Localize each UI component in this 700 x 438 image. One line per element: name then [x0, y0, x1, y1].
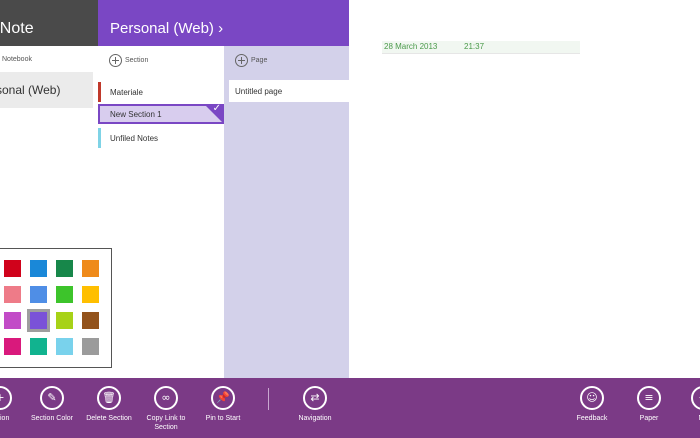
navigation-button[interactable]: ⇄ Navigation: [286, 386, 344, 423]
color-swatch[interactable]: [30, 338, 47, 355]
app-header: neNote: [0, 0, 98, 46]
new-page-button[interactable]: + Ne: [674, 386, 700, 423]
paper-label: Paper: [639, 415, 659, 422]
note-time: 21:37: [464, 42, 485, 51]
new-section-icon: +: [0, 386, 12, 410]
section-color-picker: [0, 248, 112, 368]
color-swatch[interactable]: [56, 260, 73, 277]
section-item-new-section-1[interactable]: New Section 1 ✓: [98, 103, 224, 124]
color-swatch[interactable]: [56, 338, 73, 355]
plus-icon: [235, 54, 248, 67]
pin-to-start-label: Pin to Start: [205, 415, 241, 422]
notebook-item-label: rsonal (Web): [0, 83, 61, 97]
app-title: neNote: [0, 20, 34, 37]
page-pane-header: [224, 0, 349, 46]
color-swatch[interactable]: [82, 286, 99, 303]
navigation-label: Navigation: [298, 415, 332, 422]
section-color-label: Section Color: [30, 415, 74, 422]
page-item-label: Untitled page: [235, 87, 283, 96]
plus-icon: [109, 54, 122, 67]
paper-icon: ≡: [637, 386, 661, 410]
delete-section-label: Delete Section: [86, 415, 132, 422]
pin-to-start-button[interactable]: 📌 Pin to Start: [194, 386, 252, 423]
delete-icon: 🗑: [97, 386, 121, 410]
page-item[interactable]: Untitled page: [229, 80, 349, 102]
section-pane: Section Materiale New Section 1 ✓ Unfile…: [98, 46, 224, 378]
add-page-label: Page: [251, 57, 268, 64]
pin-icon: 📌: [211, 386, 235, 410]
color-swatch[interactable]: [4, 312, 21, 329]
section-color-button[interactable]: ✎ Section Color: [23, 386, 81, 423]
feedback-label: Feedback: [576, 415, 608, 422]
color-swatch[interactable]: [56, 312, 73, 329]
color-swatch[interactable]: [27, 309, 50, 332]
page-pane: Page Untitled page: [224, 0, 349, 378]
section-color-bar: [98, 128, 101, 148]
color-swatch[interactable]: [4, 260, 21, 277]
section-item-label: New Section 1: [110, 110, 162, 119]
add-notebook-button[interactable]: Notebook: [2, 56, 32, 63]
color-swatch[interactable]: [30, 286, 47, 303]
note-date: 28 March 2013: [384, 42, 438, 51]
add-section-button[interactable]: Section: [109, 54, 148, 67]
section-item-materiale[interactable]: Materiale: [98, 82, 224, 102]
section-color-bar: [98, 82, 101, 102]
add-notebook-label: Notebook: [2, 56, 32, 63]
navigation-icon: ⇄: [303, 386, 327, 410]
section-item-label: Unfiled Notes: [110, 134, 159, 143]
copy-link-button[interactable]: ∞ Copy Link to Section: [137, 386, 195, 432]
new-icon: +: [691, 386, 700, 410]
new-page-label: Ne: [674, 414, 700, 423]
delete-section-button[interactable]: 🗑 Delete Section: [80, 386, 138, 423]
checkmark-icon: ✓: [212, 103, 221, 114]
color-swatch[interactable]: [30, 260, 47, 277]
link-icon: ∞: [154, 386, 178, 410]
color-swatch[interactable]: [82, 260, 99, 277]
notebook-item[interactable]: rsonal (Web): [0, 72, 93, 108]
color-swatch[interactable]: [4, 338, 21, 355]
color-swatch[interactable]: [56, 286, 73, 303]
section-color-icon: ✎: [40, 386, 64, 410]
app-bar-divider: [268, 388, 269, 410]
color-swatch[interactable]: [82, 338, 99, 355]
color-swatch[interactable]: [82, 312, 99, 329]
color-swatch[interactable]: [4, 286, 21, 303]
feedback-icon: ☺: [580, 386, 604, 410]
note-date-header: 28 March 2013 21:37: [382, 41, 580, 54]
paper-button[interactable]: ≡ Paper: [620, 386, 678, 423]
add-page-button[interactable]: Page: [235, 54, 267, 67]
section-item-unfiled-notes[interactable]: Unfiled Notes: [98, 128, 224, 148]
copy-link-label: Copy Link to Section: [146, 415, 186, 431]
add-section-label: Section: [125, 57, 149, 64]
section-item-label: Materiale: [110, 88, 143, 97]
feedback-button[interactable]: ☺ Feedback: [563, 386, 621, 423]
